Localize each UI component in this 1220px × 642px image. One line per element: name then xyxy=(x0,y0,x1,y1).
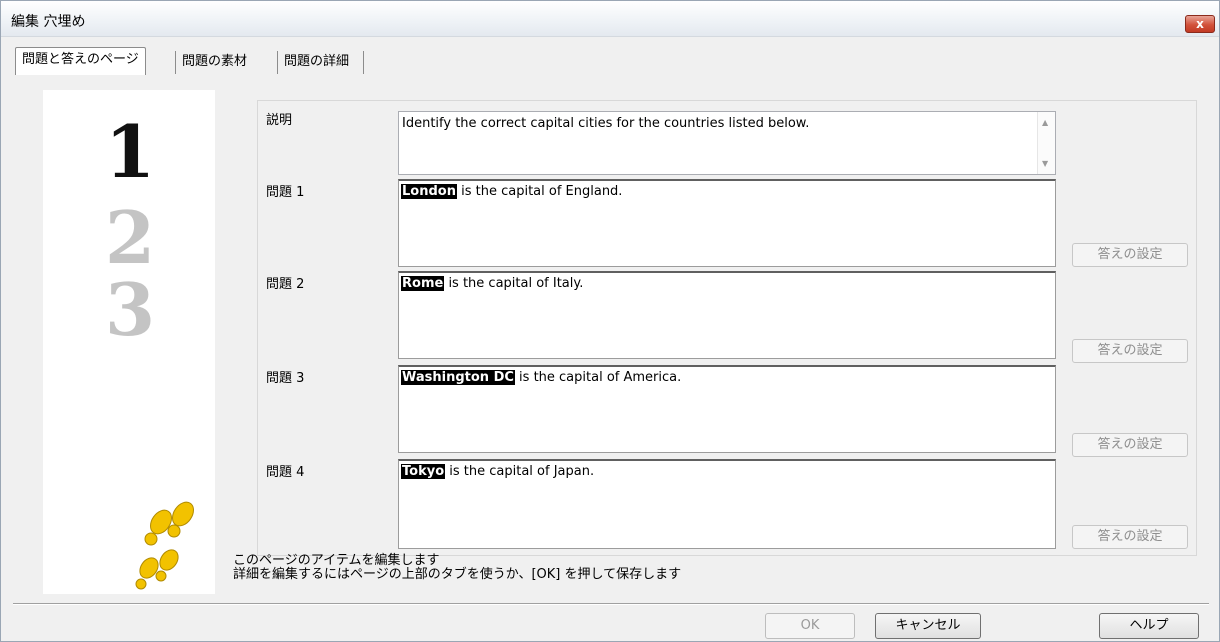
step-number-2: 2 xyxy=(105,195,156,280)
question-1-field[interactable]: London is the capital of England. xyxy=(398,179,1056,267)
set-answer-button-1[interactable]: 答えの設定 xyxy=(1072,243,1188,267)
set-answer-button-4[interactable]: 答えの設定 xyxy=(1072,525,1188,549)
close-button[interactable]: x xyxy=(1185,15,1215,33)
window-title: 編集 穴埋め xyxy=(11,14,86,30)
tab-question-material[interactable]: 問題の素材 xyxy=(175,51,253,75)
question-3-blank: Washington DC xyxy=(401,370,515,385)
question-1-text: is the capital of England. xyxy=(456,184,623,199)
question-4-blank: Tokyo xyxy=(401,464,446,479)
hint-line-2: 詳細を編集するにはページの上部のタブを使うか、[OK] を押して保存します xyxy=(233,567,682,582)
question-3-field[interactable]: Washington DC is the capital of America. xyxy=(398,365,1056,453)
question-1-blank: London xyxy=(401,184,457,199)
question-2-label: 問題 2 xyxy=(266,277,305,292)
scroll-up-icon[interactable]: ▲ xyxy=(1042,118,1048,127)
question-3-text: is the capital of America. xyxy=(514,370,682,385)
hint-line-1: このページのアイテムを編集します xyxy=(233,553,440,568)
question-4-text: is the capital of Japan. xyxy=(445,464,595,479)
question-4-label: 問題 4 xyxy=(266,465,305,480)
question-2-field[interactable]: Rome is the capital of Italy. xyxy=(398,271,1056,359)
question-3-label: 問題 3 xyxy=(266,371,305,386)
question-2-text: is the capital of Italy. xyxy=(444,276,584,291)
tab-strip: 問題と答えのページ 問題の素材 問題の詳細 xyxy=(15,41,1205,75)
question-4-field[interactable]: Tokyo is the capital of Japan. xyxy=(398,459,1056,549)
set-answer-button-2[interactable]: 答えの設定 xyxy=(1072,339,1188,363)
question-form: 説明 Identify the correct capital cities f… xyxy=(257,100,1197,556)
dialog-window: 編集 穴埋め x 問題と答えのページ 問題の素材 問題の詳細 1 2 3 説明 … xyxy=(0,0,1220,642)
tab-panel: 1 2 3 説明 Identify the correct capital ci… xyxy=(21,74,1211,598)
description-scrollbar[interactable]: ▲ ▼ xyxy=(1037,112,1055,174)
set-answer-button-3[interactable]: 答えの設定 xyxy=(1072,433,1188,457)
question-1-label: 問題 1 xyxy=(266,185,305,200)
ok-button[interactable]: OK xyxy=(765,613,855,639)
step-illustration: 1 2 3 xyxy=(43,90,215,594)
cancel-button[interactable]: キャンセル xyxy=(875,613,981,639)
description-text: Identify the correct capital cities for … xyxy=(402,116,810,131)
description-field[interactable]: Identify the correct capital cities for … xyxy=(398,111,1056,175)
step-number-1: 1 xyxy=(105,109,156,194)
footer-divider xyxy=(13,603,1209,605)
question-2-blank: Rome xyxy=(401,276,445,291)
tab-question-details[interactable]: 問題の詳細 xyxy=(277,51,365,75)
step-number-3: 3 xyxy=(105,267,156,352)
scroll-down-icon[interactable]: ▼ xyxy=(1042,159,1048,168)
footprints-icon xyxy=(135,501,194,590)
description-label: 説明 xyxy=(266,113,293,128)
title-bar: 編集 穴埋め x xyxy=(1,1,1219,37)
help-button[interactable]: ヘルプ xyxy=(1099,613,1199,639)
close-icon: x xyxy=(1196,17,1204,31)
help-hint: このページのアイテムを編集します 詳細を編集するにはページの上部のタブを使うか、… xyxy=(233,554,681,582)
tab-question-answer-page[interactable]: 問題と答えのページ xyxy=(15,47,146,75)
